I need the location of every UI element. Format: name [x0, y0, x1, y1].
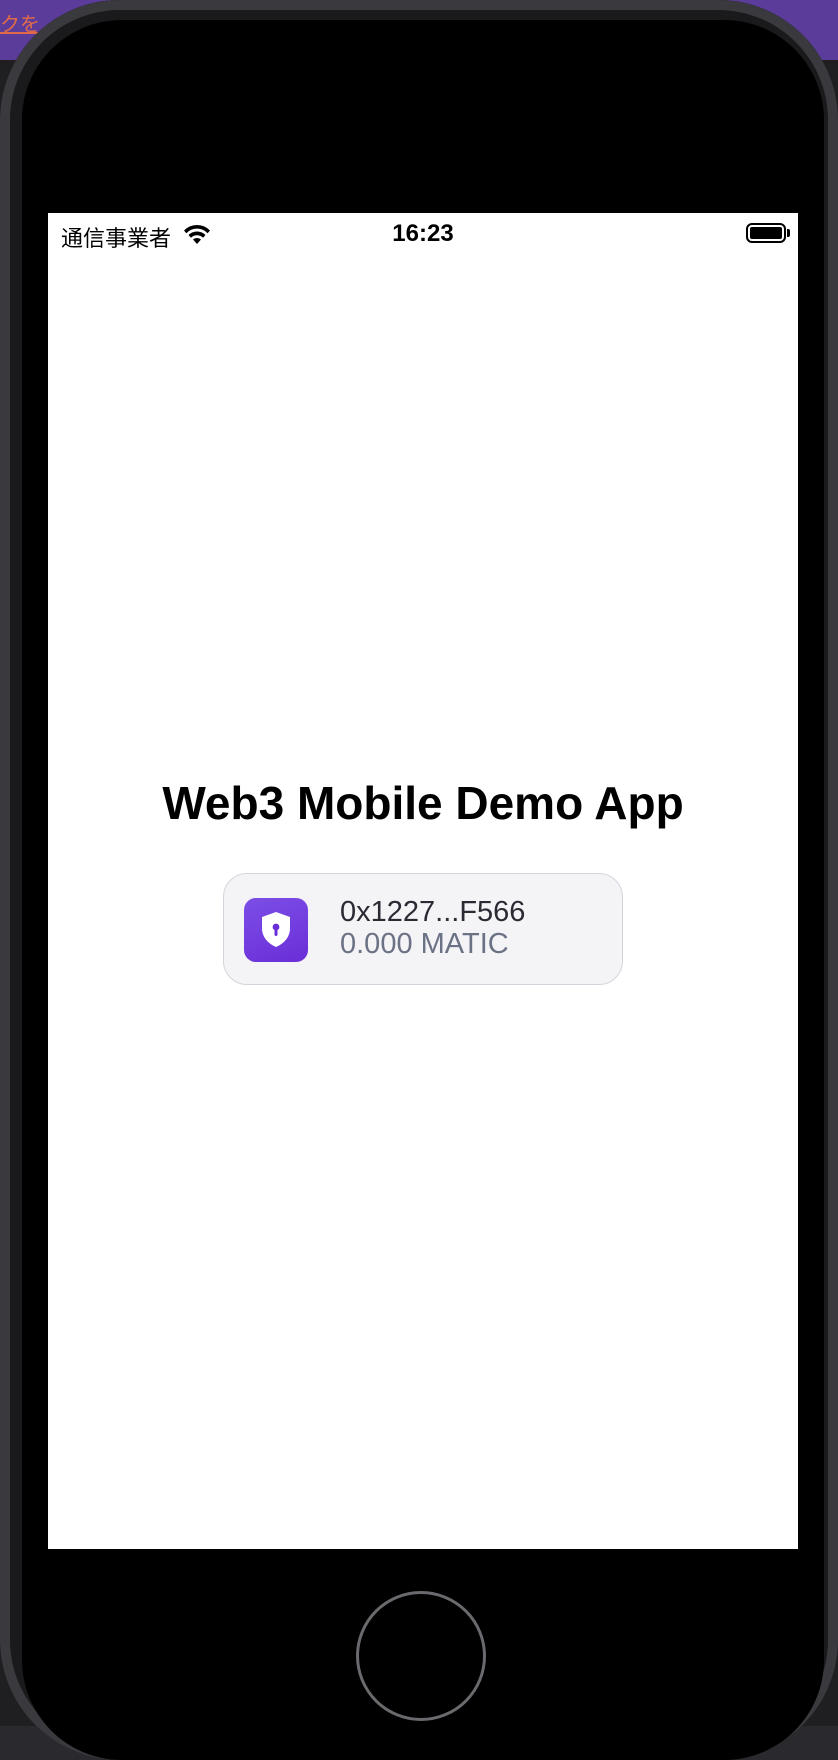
- battery-level-fill: [750, 227, 782, 239]
- account-address: 0x1227...F566: [340, 896, 526, 928]
- home-button[interactable]: [356, 1591, 486, 1721]
- background-link-text: クを: [0, 14, 40, 36]
- status-time: 16:23: [392, 220, 454, 247]
- status-bar: 通信事業者 16:23: [48, 213, 798, 257]
- page-title: Web3 Mobile Demo App: [162, 777, 684, 829]
- account-balance: 0.000 MATIC: [340, 928, 509, 960]
- app-screen: 通信事業者 16:23 Web3 Mobile Demo App 0x1227.…: [48, 213, 798, 1549]
- shield-lock-icon: [244, 898, 308, 962]
- battery-cap: [787, 229, 790, 237]
- account-button[interactable]: 0x1227...F566 0.000 MATIC: [223, 873, 623, 985]
- battery-icon: [746, 223, 786, 243]
